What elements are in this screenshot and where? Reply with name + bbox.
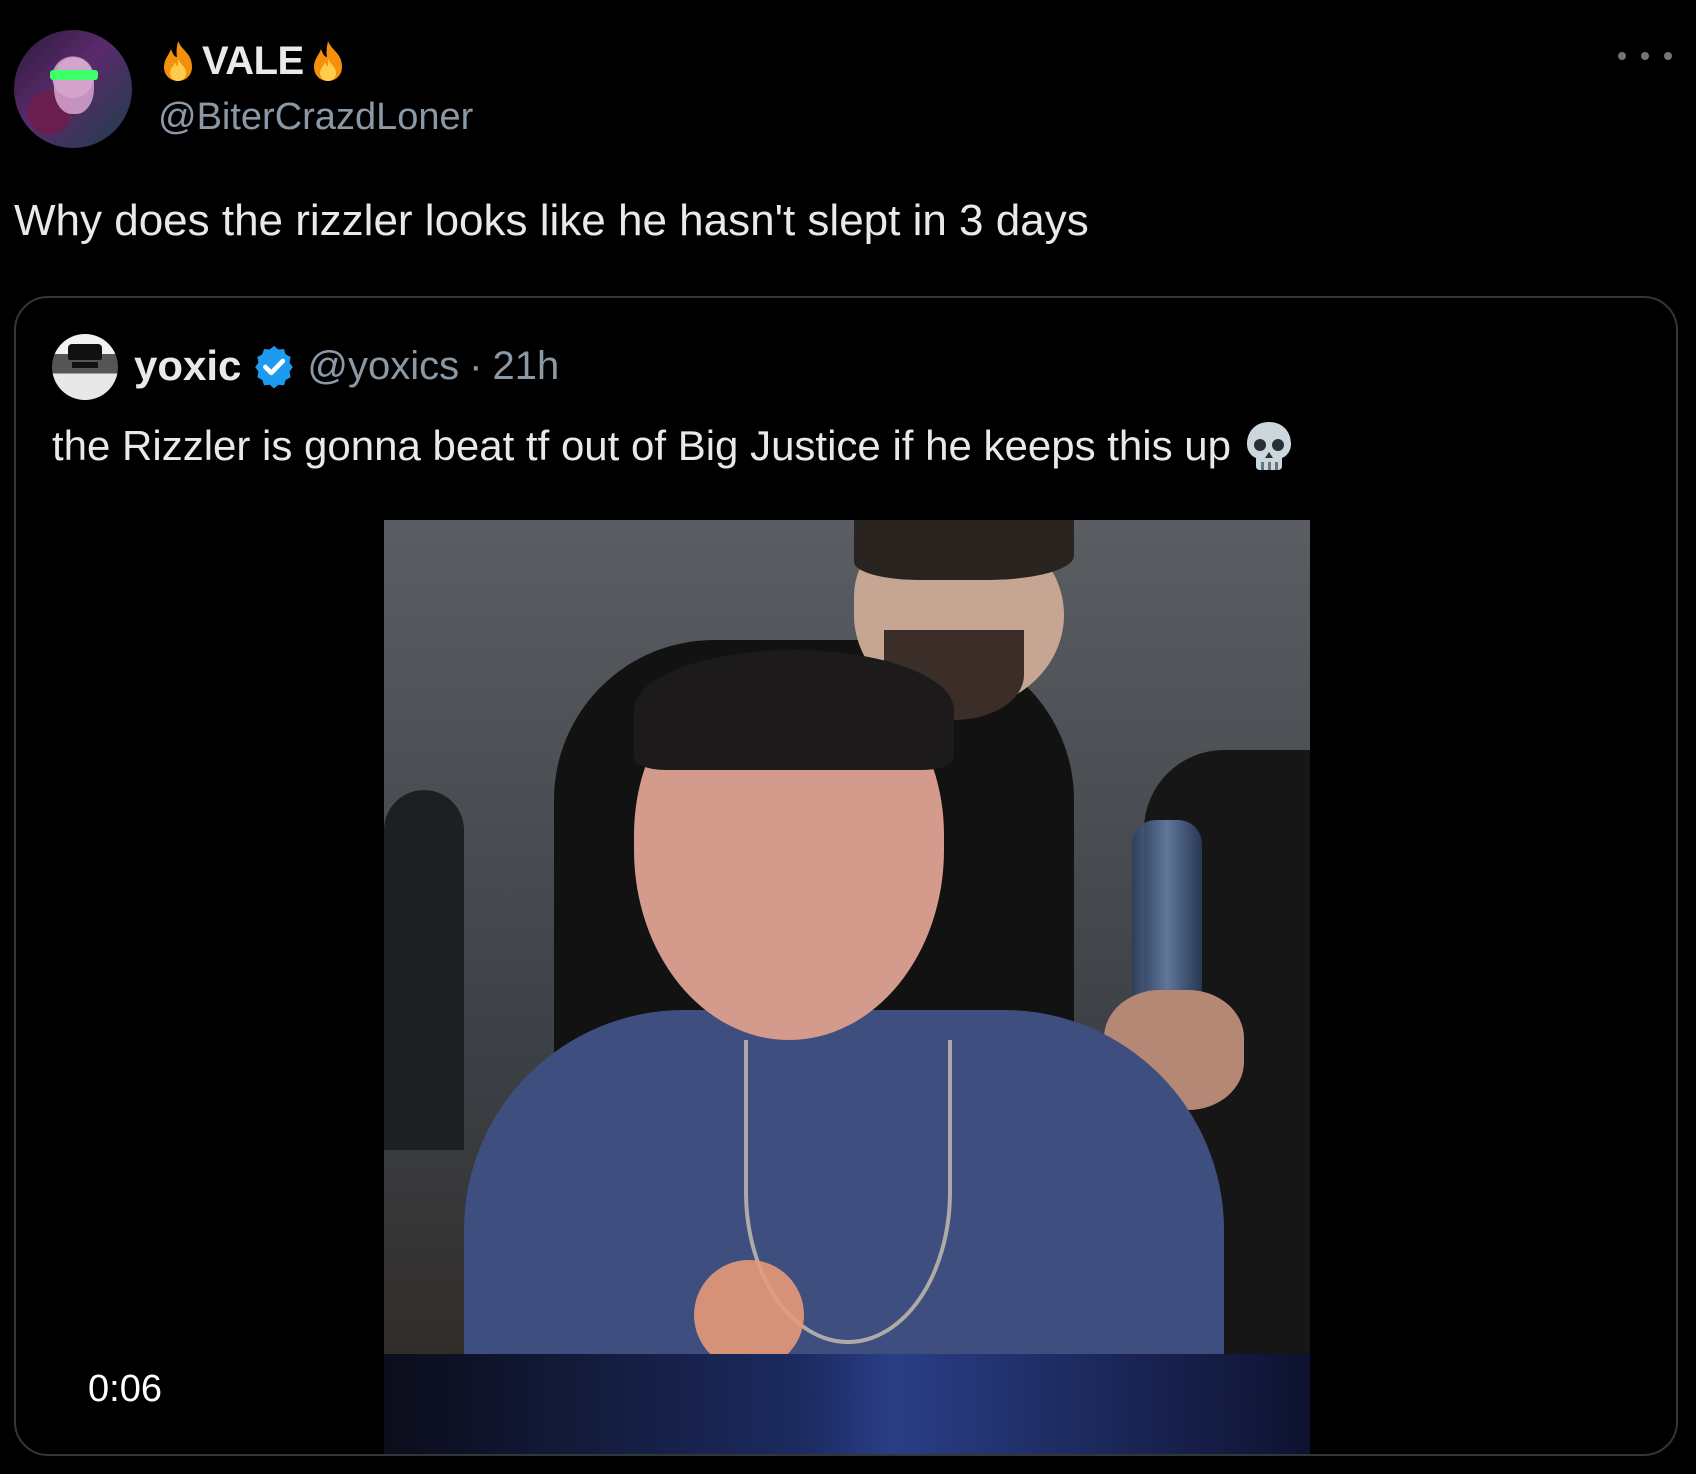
author-avatar[interactable] [14, 30, 132, 148]
quoted-tweet-card[interactable]: yoxic @yoxics · 21h the Rizzler is gonna… [14, 296, 1678, 1456]
avatar-hat [68, 344, 102, 360]
quoted-tweet-text-row: the Rizzler is gonna beat tf out of Big … [52, 418, 1297, 474]
video-bottom-band [384, 1354, 1310, 1454]
quoted-timestamp[interactable]: 21h [492, 344, 559, 389]
tweet: VALE @BiterCrazdLoner Why does the rizzl… [0, 0, 1696, 1474]
more-options-icon[interactable] [1618, 42, 1672, 70]
avatar-shades [72, 362, 98, 368]
dot [1641, 52, 1649, 60]
quoted-author-avatar[interactable] [52, 334, 118, 400]
author-display-name[interactable]: VALE [202, 39, 304, 84]
dot [1664, 52, 1672, 60]
avatar-glasses [50, 70, 98, 80]
video-timestamp: 0:06 [88, 1368, 162, 1410]
fire-emoji-icon [164, 41, 192, 81]
quoted-author-row: yoxic @yoxics · 21h [134, 338, 559, 394]
quoted-handle[interactable]: @yoxics [307, 344, 459, 389]
verified-badge-icon [255, 345, 294, 389]
avatar-face [54, 58, 94, 114]
dot [1618, 52, 1626, 60]
separator-dot: · [469, 343, 483, 388]
video-boy-hair [634, 650, 954, 770]
tweet-text: Why does the rizzler looks like he hasn'… [14, 196, 1089, 245]
video-player[interactable] [384, 520, 1310, 1454]
fire-emoji-icon [313, 41, 342, 81]
video-chair [384, 790, 464, 1150]
skull-emoji-icon [1247, 422, 1291, 470]
quoted-tweet-text: the Rizzler is gonna beat tf out of Big … [52, 422, 1231, 469]
video-man-hair [854, 520, 1074, 580]
author-name-row[interactable]: VALE [158, 36, 348, 86]
quoted-display-name[interactable]: yoxic [134, 342, 241, 390]
author-handle[interactable]: @BiterCrazdLoner [158, 96, 473, 139]
